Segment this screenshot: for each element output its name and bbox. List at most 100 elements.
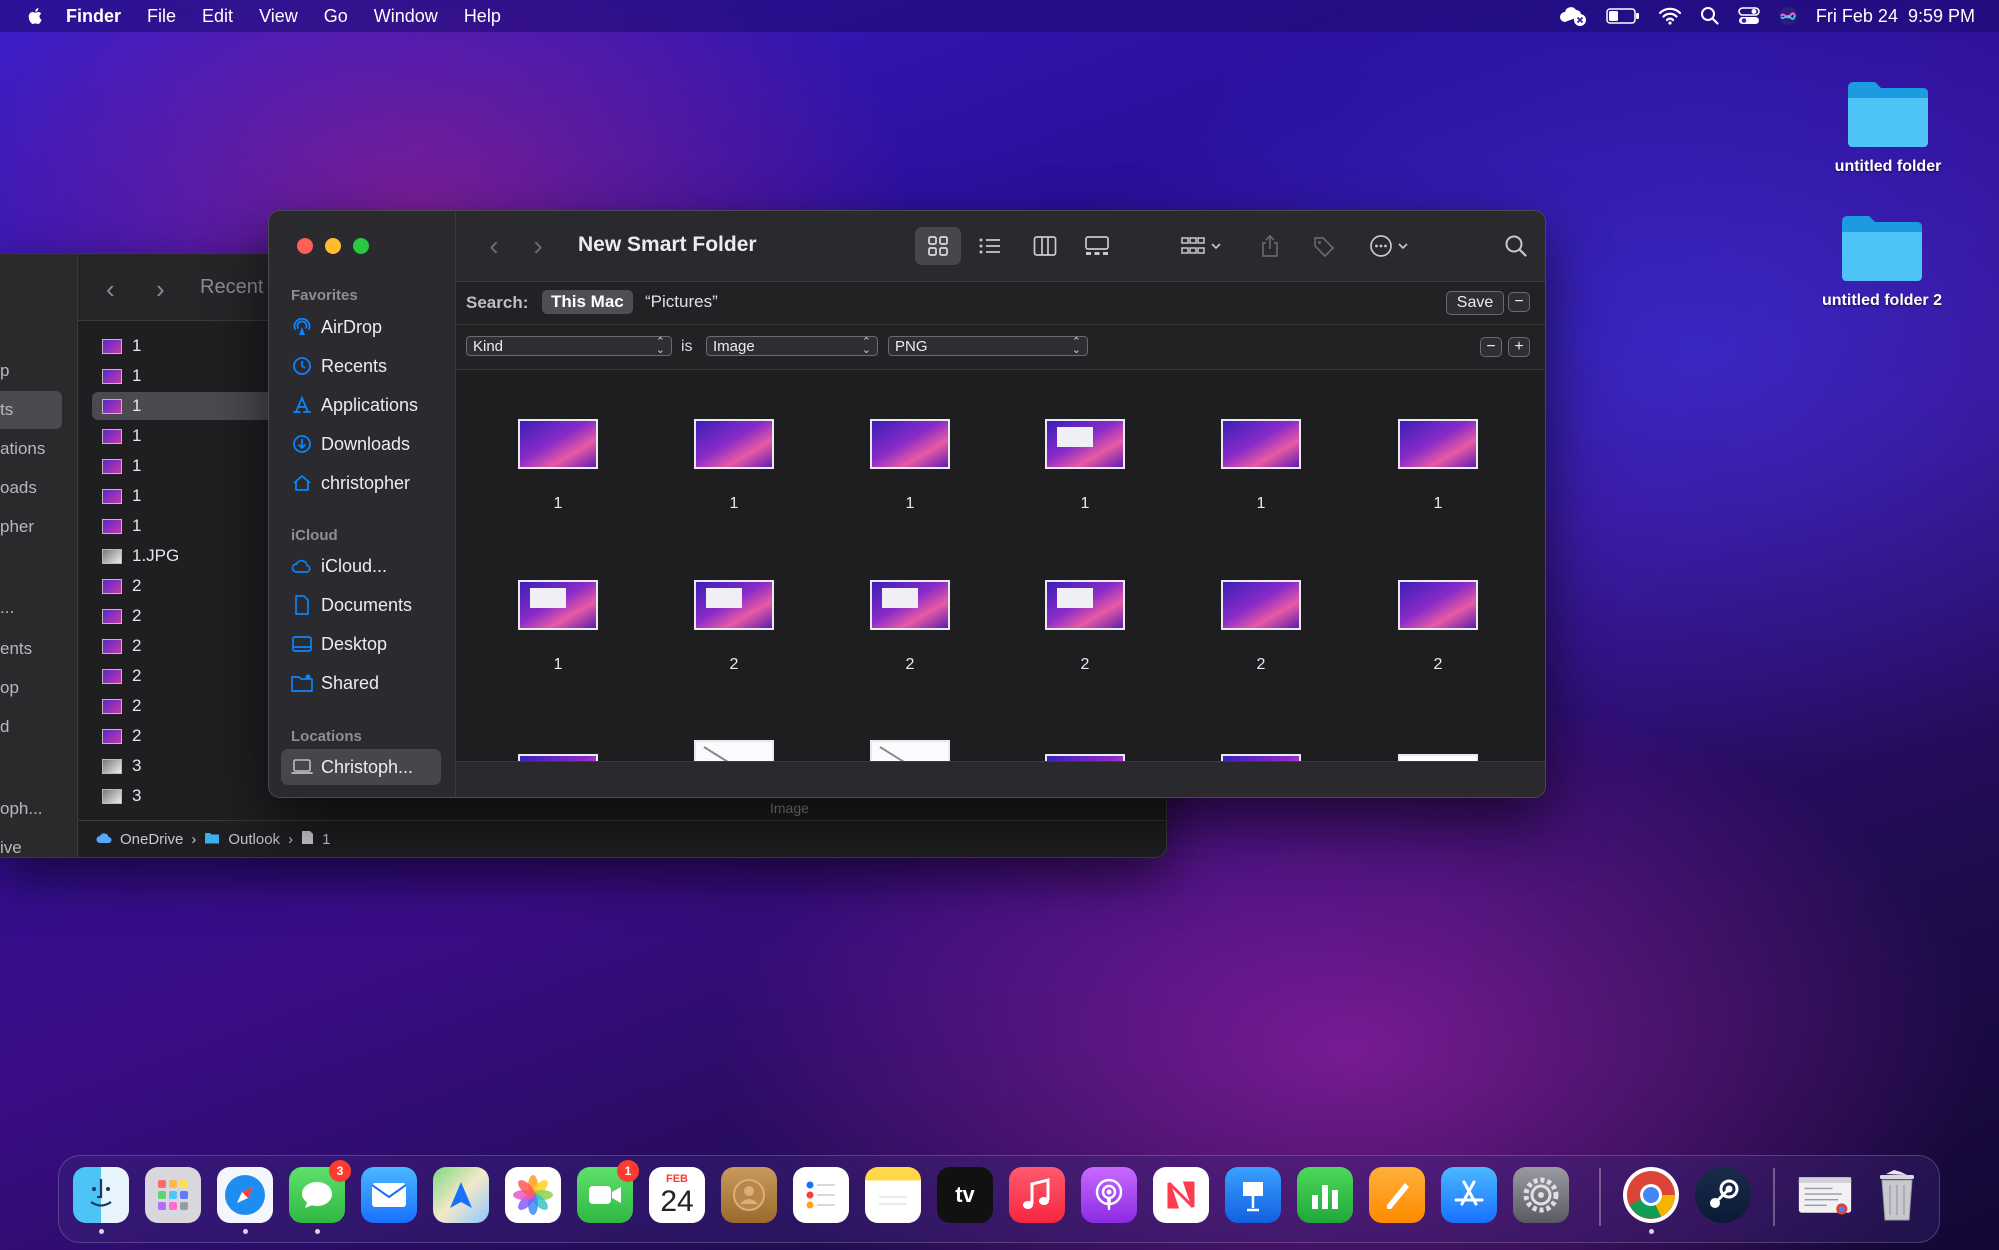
back-sidebar-item[interactable]: ... [0,598,14,618]
close-button[interactable] [297,238,313,254]
file-item[interactable]: 1 [498,580,618,674]
remove-rule-button[interactable]: − [1480,337,1502,357]
list-item[interactable]: 3 [92,782,272,810]
desktop-folder[interactable]: untitled folder 2 [1802,212,1962,310]
back-nav-forward-icon[interactable]: › [156,274,165,305]
list-item[interactable]: 2 [92,602,272,630]
remove-search-button[interactable]: − [1508,292,1530,312]
menu-help[interactable]: Help [464,6,501,27]
gallery-view-button[interactable] [1074,227,1120,265]
file-item[interactable]: 1 [674,419,794,513]
dock-maps[interactable] [433,1167,489,1223]
attribute-select[interactable]: Kind ⌃ ⌄ [466,336,672,356]
wifi-icon[interactable] [1658,7,1682,25]
sidebar-item-desktop[interactable]: Desktop [281,626,441,662]
list-item[interactable]: 1 [92,362,272,390]
dock-launchpad[interactable] [145,1167,201,1223]
sidebar-item-icloud-drive[interactable]: iCloud... [281,548,441,584]
back-sidebar-item[interactable]: pher [0,517,34,537]
sidebar-item-applications[interactable]: Applications [281,387,441,423]
list-view-button[interactable] [967,227,1013,265]
dock-tv[interactable]: tv [937,1167,993,1223]
file-item[interactable]: 1 [1025,419,1145,513]
icon-view-button[interactable] [915,227,961,265]
list-item[interactable]: 2 [92,632,272,660]
sidebar-item-macintosh[interactable]: Christoph... [281,749,441,785]
dock-system-settings[interactable] [1513,1167,1569,1223]
menu-finder[interactable]: Finder [66,6,121,27]
zoom-button[interactable] [353,238,369,254]
file-item[interactable]: 2 [1201,580,1321,674]
list-item[interactable]: 1 [92,422,272,450]
sidebar-item-home[interactable]: christopher [281,465,441,501]
desktop-folder[interactable]: untitled folder [1808,78,1968,176]
dock-mail[interactable] [361,1167,417,1223]
dock-music[interactable] [1009,1167,1065,1223]
dock-pages[interactable] [1369,1167,1425,1223]
dock-notes[interactable] [865,1167,921,1223]
action-menu-button[interactable] [1362,227,1418,265]
path-segment[interactable]: Outlook [228,831,280,848]
menu-view[interactable]: View [259,6,298,27]
file-item[interactable]: 2 [1025,580,1145,674]
scope-this-mac[interactable]: This Mac [542,290,633,314]
column-view-button[interactable] [1022,227,1068,265]
list-item[interactable]: 1 [92,452,272,480]
dock-steam[interactable] [1695,1167,1751,1223]
minimize-button[interactable] [325,238,341,254]
dock-app-store[interactable] [1441,1167,1497,1223]
back-icon[interactable]: ‹ [482,230,506,261]
sidebar-item-airdrop[interactable]: AirDrop [281,309,441,345]
dock-reminders[interactable] [793,1167,849,1223]
dock-facetime[interactable]: 1 [577,1160,639,1223]
scope-pictures[interactable]: “Pictures” [636,290,727,314]
battery-icon[interactable] [1606,8,1640,24]
menu-file[interactable]: File [147,6,176,27]
list-item[interactable]: 2 [92,692,272,720]
list-item[interactable]: 2 [92,722,272,750]
menubar-clock[interactable]: Fri Feb 24 9:59 PM [1816,6,1975,27]
file-item[interactable]: 1 [850,419,970,513]
save-button[interactable]: Save [1446,291,1504,315]
dock-safari[interactable] [217,1167,273,1223]
dock-trash[interactable] [1869,1167,1925,1223]
dock-preview-window[interactable] [1797,1167,1853,1223]
kind-select[interactable]: Image ⌃ ⌄ [706,336,878,356]
sidebar-item-shared[interactable]: Shared [281,665,441,701]
back-nav-back-icon[interactable]: ‹ [106,274,115,305]
dock-chrome[interactable] [1623,1167,1679,1223]
dock-messages[interactable]: 3 [289,1160,351,1223]
sidebar-item-downloads[interactable]: Downloads [281,426,441,462]
list-item[interactable]: 1 [92,332,272,360]
spotlight-icon[interactable] [1700,6,1720,26]
dock-contacts[interactable] [721,1167,777,1223]
file-item[interactable]: 2 [850,580,970,674]
back-sidebar-item[interactable]: op [0,678,19,698]
dock-keynote[interactable] [1225,1167,1281,1223]
back-sidebar-item[interactable]: oph... [0,799,43,819]
tags-button[interactable] [1304,227,1344,265]
file-item[interactable]: 1 [1201,419,1321,513]
file-item[interactable]: 1 [498,419,618,513]
dock-news[interactable] [1153,1167,1209,1223]
file-item[interactable]: 1 [1378,419,1498,513]
dock-calendar[interactable]: FEB 24 [649,1167,705,1223]
sidebar-item-documents[interactable]: Documents [281,587,441,623]
back-sidebar-item[interactable]: oads [0,478,37,498]
file-item[interactable]: 2 [674,580,794,674]
back-sidebar-item[interactable]: d [0,717,9,737]
icloud-status-icon[interactable] [1558,5,1588,27]
list-item[interactable]: 3 [92,752,272,780]
dock-numbers[interactable] [1297,1167,1353,1223]
add-rule-button[interactable]: + [1508,337,1530,357]
forward-icon[interactable]: › [526,230,550,261]
back-sidebar-item[interactable]: ations [0,439,45,459]
path-segment[interactable]: 1 [322,831,330,848]
share-button[interactable] [1250,227,1290,265]
finder-window-smart-folder[interactable]: Favorites AirDrop Recents Applications D… [268,210,1546,798]
menu-edit[interactable]: Edit [202,6,233,27]
path-segment[interactable]: OneDrive [120,831,183,848]
siri-icon[interactable] [1778,6,1798,26]
menu-window[interactable]: Window [374,6,438,27]
list-item[interactable]: 1.JPG [92,542,272,570]
